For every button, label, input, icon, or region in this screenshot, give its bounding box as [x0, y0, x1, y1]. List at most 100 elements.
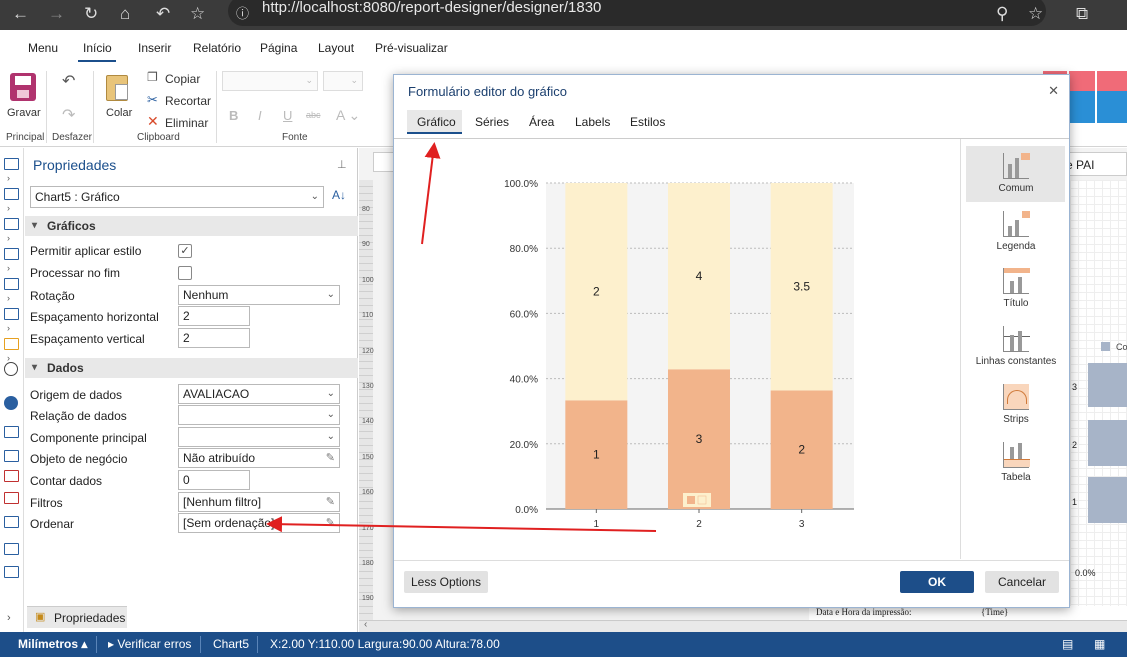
tab-layout[interactable]: Layout	[318, 41, 354, 55]
colar-label[interactable]: Colar	[106, 107, 132, 119]
tab-relatorio[interactable]: Relatório	[193, 41, 241, 55]
cut-icon[interactable]: ✂	[147, 92, 158, 108]
close-icon[interactable]: ✕	[1048, 83, 1059, 99]
shape-icon[interactable]	[4, 308, 19, 320]
horizontal-scrollbar[interactable]: ‹	[359, 619, 1127, 632]
cross-tab-icon[interactable]	[4, 566, 19, 578]
copiar-label[interactable]: Copiar	[165, 72, 200, 86]
label-contar: Contar dados	[30, 474, 103, 488]
globe-icon[interactable]	[4, 396, 18, 410]
tab-grafico[interactable]: Gráfico	[417, 115, 456, 129]
ok-button[interactable]: OK	[900, 571, 974, 593]
ruler-tick-label: 90	[362, 241, 370, 249]
tab-labels[interactable]: Labels	[575, 115, 610, 129]
delete-icon[interactable]: ✕	[147, 113, 159, 130]
container-icon[interactable]	[4, 543, 19, 555]
tab-inicio[interactable]: Início	[83, 41, 112, 55]
font-size-select[interactable]: ⌄	[323, 71, 363, 91]
rotacao-select[interactable]: Nenhum ⌄	[178, 285, 340, 305]
zoom-icon[interactable]: ⚲	[996, 0, 1008, 28]
view-page-icon[interactable]: ▤	[1062, 637, 1073, 651]
option-tabela[interactable]: Tabela	[967, 442, 1065, 483]
reload-icon[interactable]: ↻	[84, 0, 98, 28]
y-tick-label: 40.0%	[510, 375, 538, 386]
save-icon[interactable]	[10, 73, 36, 101]
less-options-button[interactable]: Less Options	[404, 571, 488, 593]
rich-text-icon[interactable]	[4, 470, 19, 482]
filtros-field[interactable]: [Nenhum filtro] ✎	[178, 492, 340, 512]
units-select[interactable]: Milímetros ▴	[18, 637, 87, 651]
objeto-field[interactable]: Não atribuído ✎	[178, 448, 340, 468]
cancel-button[interactable]: Cancelar	[985, 571, 1059, 593]
undo-icon[interactable]: ↶	[62, 71, 75, 91]
section-graficos[interactable]: Gráficos	[25, 216, 358, 236]
checkbox-permitir[interactable]: ✓	[178, 244, 192, 258]
contar-input[interactable]: 0	[178, 470, 250, 490]
site-info-icon[interactable]: ⓘ	[236, 0, 249, 28]
option-legenda[interactable]: Legenda	[967, 211, 1065, 252]
history-back-icon[interactable]: ↶	[156, 0, 170, 28]
gravar-label[interactable]: Gravar	[7, 107, 41, 119]
legend-icon	[1003, 211, 1030, 237]
ruler-tick-label: 190	[362, 595, 374, 603]
esp-h-input[interactable]: 2	[178, 306, 250, 326]
bold-icon[interactable]: B	[229, 108, 238, 123]
underline-icon[interactable]: U	[283, 108, 292, 123]
tab-area[interactable]: Área	[529, 115, 554, 129]
paste-icon[interactable]	[106, 75, 128, 101]
esp-v-input[interactable]: 2	[178, 328, 250, 348]
section-dados[interactable]: Dados	[25, 358, 358, 378]
tab-estilos[interactable]: Estilos	[630, 115, 665, 129]
font-color-icon[interactable]: A ⌄	[336, 107, 360, 124]
properties-bottom-tab[interactable]: ▣ Propriedades	[27, 606, 127, 628]
pin-icon[interactable]: ⊥	[337, 158, 347, 171]
redo-icon[interactable]: ↷	[62, 105, 75, 125]
option-strips[interactable]: Strips	[967, 384, 1065, 425]
view-layout-icon[interactable]: ▦	[1094, 637, 1105, 651]
copy-icon[interactable]: ❐	[147, 70, 158, 84]
ordenar-field[interactable]: [Sem ordenação] ✎	[178, 513, 340, 533]
componente-select[interactable]: ⌄	[178, 427, 340, 447]
report-icon[interactable]	[4, 158, 19, 170]
eliminar-label[interactable]: Eliminar	[165, 116, 208, 130]
origem-select[interactable]: AVALIACAO ⌄	[178, 384, 340, 404]
barcode-icon[interactable]	[4, 278, 19, 290]
option-comum[interactable]: Comum	[967, 153, 1065, 194]
back-icon[interactable]: ←	[12, 0, 29, 28]
page-tab-icon[interactable]	[373, 152, 395, 172]
relacao-select[interactable]: ⌄	[178, 405, 340, 425]
text-icon[interactable]	[4, 248, 19, 260]
tab-series[interactable]: Séries	[475, 115, 509, 129]
forward-icon[interactable]: →	[48, 0, 65, 28]
bookmark-star-icon[interactable]: ☆	[190, 0, 205, 28]
tab-menu[interactable]: Menu	[28, 41, 58, 55]
tab-pagina[interactable]: Página	[260, 41, 297, 55]
gauge-icon[interactable]	[4, 362, 18, 376]
sort-az-icon[interactable]: A↓	[332, 188, 346, 202]
chart-icon[interactable]	[4, 338, 19, 350]
page-icon[interactable]	[4, 188, 19, 200]
band-icon[interactable]	[4, 218, 19, 230]
table-icon[interactable]	[4, 450, 19, 462]
tab-pre-visualizar[interactable]: Pré-visualizar	[375, 41, 448, 55]
url-text[interactable]: http://localhost:8080/report-designer/de…	[262, 0, 601, 16]
browser-toolbar: ← → ↻ ⌂ ↶ ☆ ⓘ http://localhost:8080/repo…	[0, 0, 1127, 30]
extensions-icon[interactable]: ⧉	[1076, 0, 1088, 28]
tab-inserir[interactable]: Inserir	[138, 41, 171, 55]
image-icon[interactable]	[4, 492, 19, 504]
expand-chevron-icon[interactable]: ›	[7, 612, 11, 624]
favorite-icon[interactable]: ☆	[1028, 0, 1043, 28]
checkbox-processar[interactable]	[178, 266, 192, 280]
component-select[interactable]: Chart5 : Gráfico ⌄	[30, 186, 324, 208]
option-linhas-constantes[interactable]: Linhas constantes	[967, 326, 1065, 367]
font-family-select[interactable]: ⌄	[222, 71, 318, 91]
italic-icon[interactable]: I	[258, 108, 262, 123]
subreport-icon[interactable]	[4, 426, 19, 438]
home-icon[interactable]: ⌂	[120, 0, 130, 28]
panel-icon[interactable]	[4, 516, 19, 528]
option-titulo[interactable]: Título	[967, 268, 1065, 309]
recortar-label[interactable]: Recortar	[165, 94, 211, 108]
bg-tick: 0.0%	[1075, 568, 1096, 578]
strikethrough-icon[interactable]: abc	[306, 110, 321, 120]
verificar-erros-button[interactable]: ▸ Verificar erros	[108, 637, 191, 651]
